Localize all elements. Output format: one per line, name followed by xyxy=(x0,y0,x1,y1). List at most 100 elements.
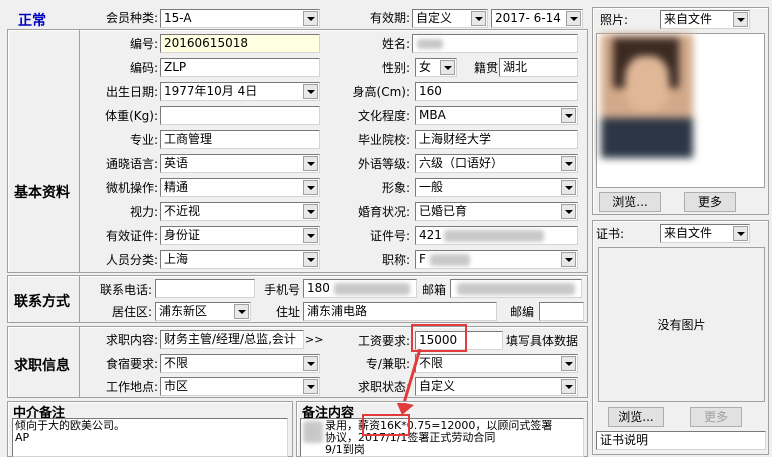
hometown-field[interactable]: 湖北 xyxy=(499,58,578,77)
address-field[interactable]: 浦东浦电路 xyxy=(303,302,497,321)
chevron-down-icon[interactable] xyxy=(561,108,576,123)
agency-note-line: AP xyxy=(15,431,30,444)
email-field[interactable] xyxy=(450,279,582,298)
id-label: 编号: xyxy=(129,37,158,51)
job-content-more-button[interactable]: >> xyxy=(305,331,323,349)
salary-hint: 填写具体数据 xyxy=(506,334,579,348)
lang-level-select[interactable]: 六级（口语好） xyxy=(415,154,578,173)
cert-no-label: 证件号: xyxy=(369,229,410,243)
weight-field[interactable] xyxy=(160,106,320,125)
chevron-down-icon[interactable] xyxy=(303,11,318,26)
hometown-label: 籍贯 xyxy=(473,61,498,75)
chevron-down-icon[interactable] xyxy=(471,11,486,26)
photo-browse-button[interactable]: 浏览... xyxy=(599,192,661,212)
member-type-select[interactable]: 15-A xyxy=(160,9,320,28)
code-field[interactable]: ZLP xyxy=(160,58,320,77)
photo-frame[interactable] xyxy=(596,33,765,188)
district-label: 居住区: xyxy=(111,305,152,319)
chevron-down-icon[interactable] xyxy=(303,228,318,243)
chevron-down-icon[interactable] xyxy=(303,252,318,267)
lodging-value: 不限 xyxy=(164,356,189,370)
certificate-empty-text: 没有图片 xyxy=(657,318,706,332)
certificate-source-select[interactable]: 来自文件 xyxy=(660,224,750,243)
lodging-select[interactable]: 不限 xyxy=(160,354,320,373)
language-select[interactable]: 英语 xyxy=(160,154,320,173)
category-select[interactable]: 上海 xyxy=(160,250,320,269)
chevron-down-icon[interactable] xyxy=(561,156,576,171)
cert-type-select[interactable]: 身份证 xyxy=(160,226,320,245)
contact-title: 联系方式 xyxy=(14,294,70,310)
chevron-down-icon[interactable] xyxy=(561,252,576,267)
appearance-select[interactable]: 一般 xyxy=(415,178,578,197)
validity-date-picker[interactable]: 2017- 6-14 xyxy=(491,9,583,28)
appearance-label: 形象: xyxy=(381,181,410,195)
major-field[interactable]: 工商管理 xyxy=(160,130,320,149)
chevron-down-icon[interactable] xyxy=(303,156,318,171)
zip-field[interactable] xyxy=(539,302,584,321)
photo-source-value: 来自文件 xyxy=(664,12,713,26)
chevron-down-icon[interactable] xyxy=(561,204,576,219)
validity-mode-value: 自定义 xyxy=(416,11,453,25)
redacted-name xyxy=(417,39,443,49)
chevron-down-icon[interactable] xyxy=(733,226,748,241)
chevron-down-icon[interactable] xyxy=(561,180,576,195)
remark-textarea[interactable]: 录用，薪资16K*0.75=12000，以顾问式签署 协议，2017/1/1签署… xyxy=(300,418,584,457)
chevron-down-icon[interactable] xyxy=(303,356,318,371)
education-value: MBA xyxy=(419,108,446,122)
gender-select[interactable]: 女 xyxy=(415,58,457,77)
parttime-select[interactable]: 不限 xyxy=(415,354,578,373)
chevron-down-icon[interactable] xyxy=(733,12,748,27)
education-select[interactable]: MBA xyxy=(415,106,578,125)
school-field[interactable]: 上海财经大学 xyxy=(415,130,578,149)
chevron-down-icon[interactable] xyxy=(303,379,318,394)
chevron-down-icon[interactable] xyxy=(561,356,576,371)
marriage-select[interactable]: 已婚已育 xyxy=(415,202,578,221)
mobile-label: 手机号 xyxy=(263,283,300,297)
validity-mode-select[interactable]: 自定义 xyxy=(412,9,488,28)
chevron-down-icon[interactable] xyxy=(303,180,318,195)
birth-date-picker[interactable]: 1977年10月 4日 xyxy=(160,82,320,101)
id-field[interactable]: 20160615018 xyxy=(160,34,320,53)
chevron-down-icon[interactable] xyxy=(303,84,318,99)
phone-field[interactable] xyxy=(155,279,255,298)
computer-select[interactable]: 精通 xyxy=(160,178,320,197)
photo-source-select[interactable]: 来自文件 xyxy=(660,10,750,29)
mobile-field[interactable]: 180 xyxy=(303,279,417,298)
job-content-field[interactable]: 财务主管/经理/总监,会计 xyxy=(160,330,304,349)
member-type-label: 会员种类: xyxy=(105,11,158,25)
name-field[interactable] xyxy=(412,34,578,53)
job-status-select[interactable]: 自定义 xyxy=(415,377,578,396)
redacted-cert-no xyxy=(444,230,544,242)
validity-date-value: 2017- 6-14 xyxy=(495,11,561,25)
status-label: 正常 xyxy=(18,13,46,29)
photo-more-button[interactable]: 更多 xyxy=(684,192,736,212)
redacted-mobile xyxy=(334,283,410,295)
chevron-down-icon[interactable] xyxy=(440,60,455,75)
chevron-down-icon[interactable] xyxy=(303,204,318,219)
member-type-value: 15-A xyxy=(164,11,192,25)
district-value: 浦东新区 xyxy=(159,304,208,318)
certificate-browse-button[interactable]: 浏览... xyxy=(608,407,664,427)
cert-no-field[interactable]: 421 xyxy=(415,226,578,245)
certificate-label: 证书: xyxy=(596,227,625,241)
lang-level-label: 外语等级: xyxy=(357,157,410,171)
marriage-value: 已婚已育 xyxy=(419,204,468,218)
vision-select[interactable]: 不近视 xyxy=(160,202,320,221)
district-select[interactable]: 浦东新区 xyxy=(155,302,251,321)
certificate-image-frame[interactable]: 没有图片 xyxy=(598,247,765,402)
lodging-label: 食宿要求: xyxy=(105,357,158,371)
height-field[interactable]: 160 xyxy=(415,82,578,101)
agency-notes-textarea[interactable]: 倾向于大的欧美公司。 AP xyxy=(12,418,288,457)
height-label: 身高(Cm): xyxy=(352,85,410,99)
chevron-down-icon[interactable] xyxy=(561,379,576,394)
language-value: 英语 xyxy=(164,156,189,170)
basic-info-title: 基本资料 xyxy=(14,185,70,201)
computer-value: 精通 xyxy=(164,180,189,194)
location-select[interactable]: 市区 xyxy=(160,377,320,396)
chevron-down-icon[interactable] xyxy=(566,11,581,26)
chevron-down-icon[interactable] xyxy=(234,304,249,319)
computer-label: 微机操作: xyxy=(105,181,158,195)
title-select[interactable]: F xyxy=(415,250,578,269)
job-title: 求职信息 xyxy=(14,358,70,374)
certificate-desc-field[interactable]: 证书说明 xyxy=(596,431,766,450)
